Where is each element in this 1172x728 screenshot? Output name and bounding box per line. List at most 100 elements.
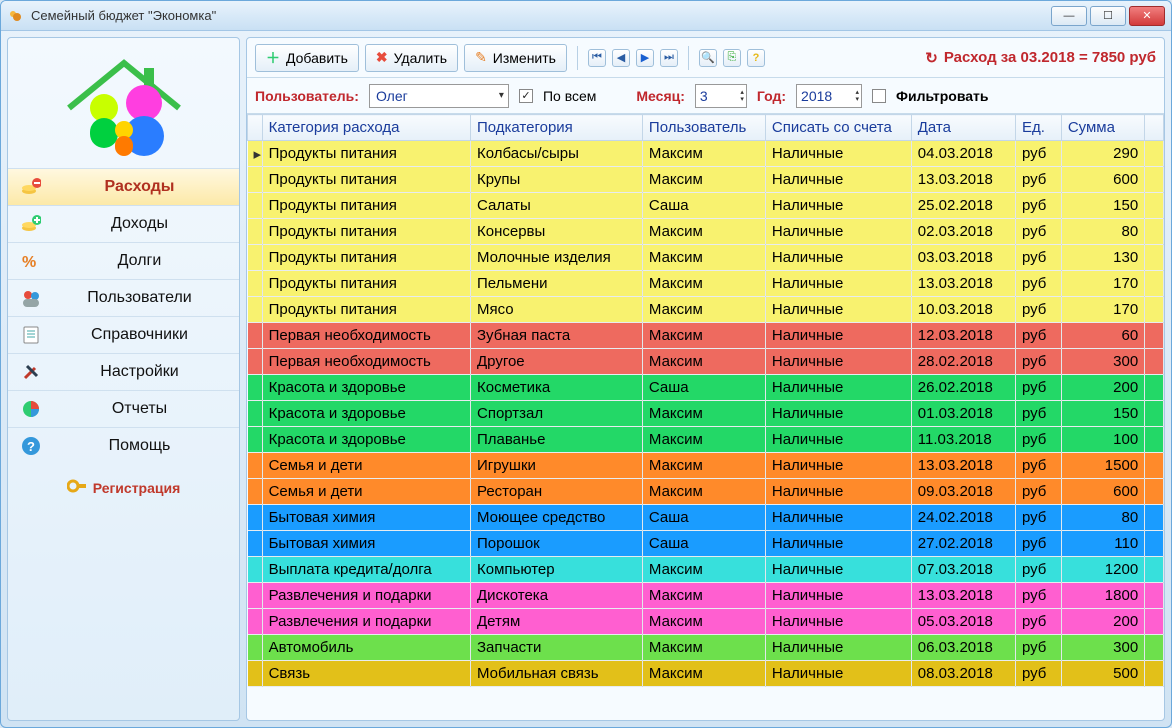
- table-row[interactable]: Развлечения и подаркиДискотекаМаксимНали…: [248, 583, 1164, 609]
- col-marker[interactable]: [248, 115, 263, 141]
- percent-icon: %: [20, 250, 42, 272]
- cell-subcategory: Зубная паста: [470, 323, 642, 349]
- filter-checkbox[interactable]: [872, 89, 886, 103]
- add-button[interactable]: ＋Добавить: [255, 44, 359, 72]
- table-row[interactable]: Продукты питанияМолочные изделияМаксимНа…: [248, 245, 1164, 271]
- search-button[interactable]: 🔍: [699, 49, 717, 67]
- month-label: Месяц:: [636, 88, 685, 104]
- user-select[interactable]: Олег: [369, 84, 509, 108]
- nav-prev-button[interactable]: ◀: [612, 49, 630, 67]
- col-category[interactable]: Категория расхода: [262, 115, 470, 141]
- sidebar-item-help[interactable]: ? Помощь: [8, 427, 239, 464]
- export-button[interactable]: ⎘: [723, 49, 741, 67]
- cell-pad: [1145, 323, 1164, 349]
- edit-button[interactable]: ✎Изменить: [464, 44, 567, 72]
- filter-label: Фильтровать: [896, 88, 988, 104]
- register-link[interactable]: Регистрация: [8, 478, 239, 497]
- cell-account: Наличные: [765, 583, 911, 609]
- table-row[interactable]: Первая необходимостьЗубная пастаМаксимНа…: [248, 323, 1164, 349]
- sidebar-item-expenses[interactable]: Расходы: [8, 168, 239, 205]
- table-row[interactable]: Красота и здоровьеПлаваньеМаксимНаличные…: [248, 427, 1164, 453]
- col-subcategory[interactable]: Подкатегория: [470, 115, 642, 141]
- minimize-button[interactable]: —: [1051, 6, 1087, 26]
- month-spinner[interactable]: 3: [695, 84, 747, 108]
- cell-sum: 1200: [1061, 557, 1144, 583]
- cell-unit: руб: [1015, 427, 1061, 453]
- delete-button[interactable]: ✖Удалить: [365, 44, 458, 72]
- document-icon: [20, 324, 42, 346]
- cell-user: Максим: [642, 297, 765, 323]
- table-row[interactable]: Бытовая химияПорошокСашаНаличные27.02.20…: [248, 531, 1164, 557]
- sidebar-item-directories[interactable]: Справочники: [8, 316, 239, 353]
- cell-user: Максим: [642, 557, 765, 583]
- cell-account: Наличные: [765, 479, 911, 505]
- coins-plus-icon: [20, 213, 42, 235]
- table-row[interactable]: Семья и детиИгрушкиМаксимНаличные13.03.2…: [248, 453, 1164, 479]
- delete-label: Удалить: [394, 50, 447, 66]
- cell-sum: 80: [1061, 219, 1144, 245]
- table-row[interactable]: ▸Продукты питанияКолбасы/сырыМаксимНалич…: [248, 141, 1164, 167]
- table-row[interactable]: Продукты питанияПельмениМаксимНаличные13…: [248, 271, 1164, 297]
- sidebar-item-label: Отчеты: [52, 400, 227, 418]
- col-unit[interactable]: Ед.: [1015, 115, 1061, 141]
- table-row[interactable]: АвтомобильЗапчастиМаксимНаличные06.03.20…: [248, 635, 1164, 661]
- cell-category: Продукты питания: [262, 167, 470, 193]
- table-row[interactable]: Семья и детиРесторанМаксимНаличные09.03.…: [248, 479, 1164, 505]
- col-sum[interactable]: Сумма: [1061, 115, 1144, 141]
- table-row[interactable]: Красота и здоровьеКосметикаСашаНаличные2…: [248, 375, 1164, 401]
- sidebar-item-settings[interactable]: Настройки: [8, 353, 239, 390]
- cell-user: Саша: [642, 193, 765, 219]
- table-row[interactable]: Выплата кредита/долгаКомпьютерМаксимНали…: [248, 557, 1164, 583]
- table-row[interactable]: Развлечения и подаркиДетямМаксимНаличные…: [248, 609, 1164, 635]
- cell-account: Наличные: [765, 297, 911, 323]
- col-account[interactable]: Списать со счета: [765, 115, 911, 141]
- cell-category: Красота и здоровье: [262, 401, 470, 427]
- table-row[interactable]: Продукты питанияСалатыСашаНаличные25.02.…: [248, 193, 1164, 219]
- cell-category: Семья и дети: [262, 453, 470, 479]
- cell-pad: [1145, 479, 1164, 505]
- nav-last-button[interactable]: ⏭: [660, 49, 678, 67]
- cell-sum: 300: [1061, 635, 1144, 661]
- sidebar-item-debts[interactable]: % Долги: [8, 242, 239, 279]
- close-button[interactable]: ✕: [1129, 6, 1165, 26]
- table-row[interactable]: Продукты питанияМясоМаксимНаличные10.03.…: [248, 297, 1164, 323]
- cell-account: Наличные: [765, 141, 911, 167]
- cell-subcategory: Крупы: [470, 167, 642, 193]
- cell-date: 06.03.2018: [911, 635, 1015, 661]
- year-spinner[interactable]: 2018: [796, 84, 862, 108]
- cell-subcategory: Ресторан: [470, 479, 642, 505]
- sidebar-item-users[interactable]: Пользователи: [8, 279, 239, 316]
- cell-unit: руб: [1015, 531, 1061, 557]
- table-row[interactable]: Продукты питанияКрупыМаксимНаличные13.03…: [248, 167, 1164, 193]
- nav-first-button[interactable]: ⏮: [588, 49, 606, 67]
- table-row[interactable]: Красота и здоровьеСпортзалМаксимНаличные…: [248, 401, 1164, 427]
- sidebar: Расходы Доходы % Долги Пользователи Спра…: [7, 37, 240, 721]
- row-marker: [248, 375, 263, 401]
- cell-sum: 1800: [1061, 583, 1144, 609]
- table-row[interactable]: Бытовая химияМоющее средствоСашаНаличные…: [248, 505, 1164, 531]
- col-date[interactable]: Дата: [911, 115, 1015, 141]
- sidebar-item-reports[interactable]: Отчеты: [8, 390, 239, 427]
- help-button[interactable]: ?: [747, 49, 765, 67]
- cell-account: Наличные: [765, 349, 911, 375]
- row-marker: [248, 219, 263, 245]
- sidebar-item-income[interactable]: Доходы: [8, 205, 239, 242]
- cell-sum: 600: [1061, 479, 1144, 505]
- cell-account: Наличные: [765, 193, 911, 219]
- row-marker: [248, 453, 263, 479]
- all-users-checkbox[interactable]: ✓: [519, 89, 533, 103]
- row-marker: [248, 479, 263, 505]
- table-row[interactable]: СвязьМобильная связьМаксимНаличные08.03.…: [248, 661, 1164, 687]
- cell-unit: руб: [1015, 635, 1061, 661]
- cell-sum: 200: [1061, 375, 1144, 401]
- table-row[interactable]: Продукты питанияКонсервыМаксимНаличные02…: [248, 219, 1164, 245]
- cell-subcategory: Плаванье: [470, 427, 642, 453]
- maximize-button[interactable]: ☐: [1090, 6, 1126, 26]
- table-scroll[interactable]: Категория расхода Подкатегория Пользоват…: [247, 114, 1164, 720]
- nav-next-button[interactable]: ▶: [636, 49, 654, 67]
- cell-category: Развлечения и подарки: [262, 583, 470, 609]
- cell-category: Продукты питания: [262, 193, 470, 219]
- table-row[interactable]: Первая необходимостьДругоеМаксимНаличные…: [248, 349, 1164, 375]
- col-user[interactable]: Пользователь: [642, 115, 765, 141]
- cell-sum: 150: [1061, 193, 1144, 219]
